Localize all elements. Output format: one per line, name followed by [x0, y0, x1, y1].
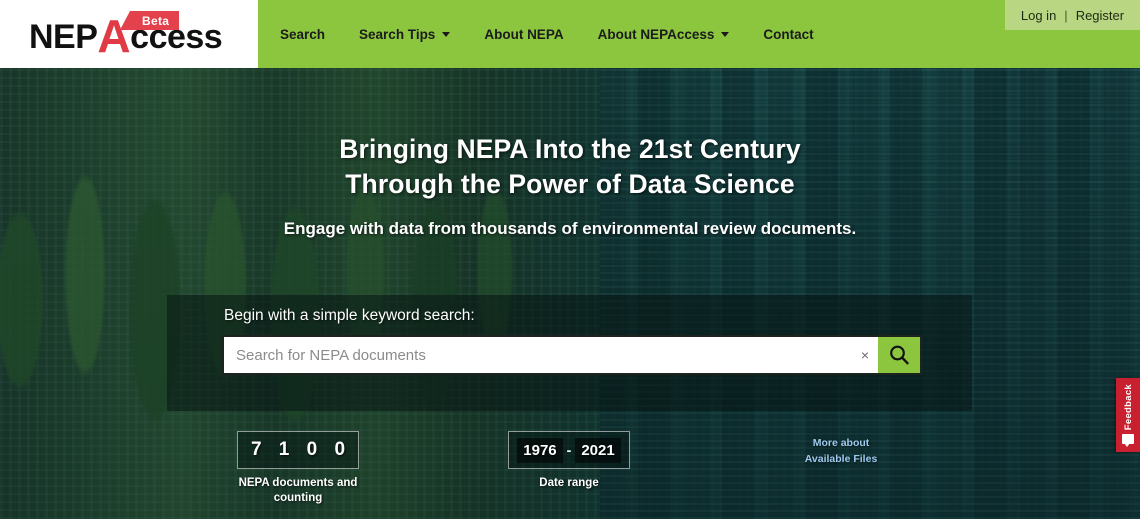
speech-bubble-icon [1122, 434, 1134, 448]
more-link-line-2: Available Files [804, 452, 878, 465]
nav-label-about-nepaccess: About NEPAccess [597, 26, 715, 42]
date-range-start: 1976 [517, 437, 563, 463]
logo-text-nep: NEP [29, 18, 98, 56]
date-range-end: 2021 [575, 437, 621, 463]
register-link[interactable]: Register [1076, 8, 1124, 23]
stat-date-range-caption: Date range [539, 477, 599, 489]
nav-item-about-nepa[interactable]: About NEPA [484, 27, 587, 42]
nav-label-about-nepa: About NEPA [484, 26, 564, 42]
stat-documents: 7 1 0 0 NEPA documents and counting [237, 431, 359, 505]
nav-item-search[interactable]: Search [280, 27, 349, 42]
main-navigation: Search Search Tips About NEPA About NEPA… [280, 0, 848, 68]
nav-label-search: Search [280, 26, 326, 42]
site-header: NEPAccess Beta Search Search Tips About … [0, 0, 1140, 68]
hero-title-line-1: Bringing NEPA Into the 21st Century [339, 134, 801, 164]
hero-title: Bringing NEPA Into the 21st Century Thro… [0, 132, 1140, 202]
stat-documents-caption: NEPA documents and counting [238, 477, 358, 504]
more-about-available-files-link[interactable]: More about Available Files [783, 436, 899, 468]
search-panel: Begin with a simple keyword search: × [167, 295, 972, 411]
stat-date-range: 1976 - 2021 Date range [508, 431, 630, 491]
search-bar[interactable]: × [222, 335, 922, 375]
feedback-label: Feedback [1122, 384, 1134, 431]
nepaccess-logo[interactable]: NEPAccess Beta [29, 9, 229, 59]
search-icon [890, 345, 909, 365]
more-link-line-1: More about [812, 437, 870, 449]
clear-icon[interactable]: × [852, 337, 878, 373]
hero-title-line-2: Through the Power of Data Science [345, 168, 795, 199]
search-prompt-label: Begin with a simple keyword search: [224, 307, 475, 324]
search-submit-button[interactable] [878, 337, 920, 373]
nav-item-contact[interactable]: Contact [763, 27, 837, 42]
chevron-down-icon [442, 31, 451, 37]
feedback-tab[interactable]: Feedback [1116, 378, 1140, 452]
stat-documents-value: 7 1 0 0 [250, 439, 352, 460]
nav-item-about-nepaccess[interactable]: About NEPAccess [598, 27, 754, 42]
nav-label-contact: Contact [763, 26, 814, 42]
login-link[interactable]: Log in [1021, 8, 1056, 23]
page-root: NEPAccess Beta Search Search Tips About … [0, 0, 1140, 519]
search-input[interactable] [224, 337, 852, 373]
date-range-dash: - [566, 442, 572, 458]
nav-item-search-tips[interactable]: Search Tips [359, 27, 474, 42]
nav-label-search-tips: Search Tips [359, 26, 436, 42]
stat-documents-box: 7 1 0 0 [237, 431, 359, 469]
account-bar: Log in | Register [1005, 0, 1140, 30]
account-separator: | [1064, 7, 1068, 23]
stat-date-range-box: 1976 - 2021 [508, 431, 630, 469]
hero-subtitle: Engage with data from thousands of envir… [283, 219, 857, 238]
beta-badge: Beta [120, 11, 180, 30]
logo-panel[interactable]: NEPAccess Beta [0, 0, 258, 68]
logo-letter-a: A [97, 10, 131, 62]
chevron-down-icon [721, 31, 730, 37]
